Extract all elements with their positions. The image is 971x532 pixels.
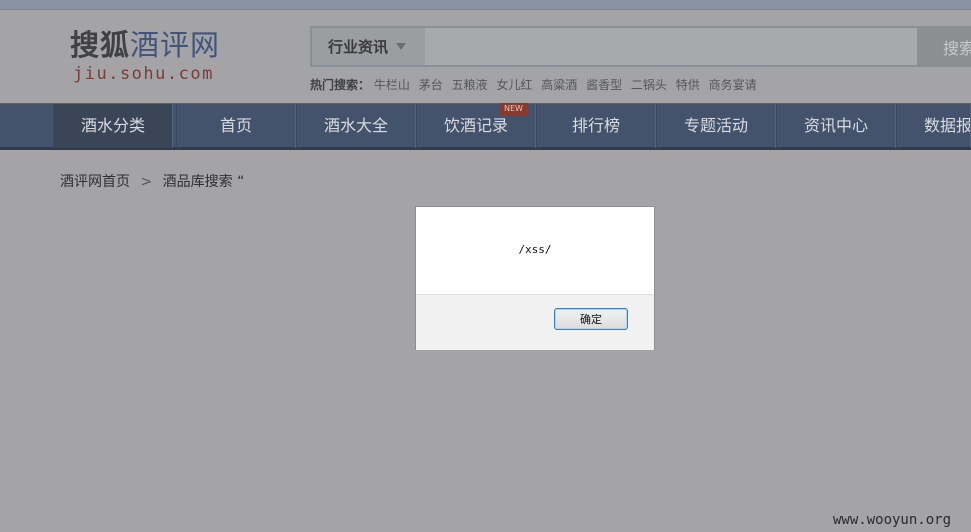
breadcrumb: 酒评网首页 > 酒品库搜索 “ — [60, 171, 244, 191]
site-logo[interactable]: 搜狐酒评网 jiu.sohu.com — [70, 22, 260, 92]
logo-sohu-text: 搜狐 — [70, 28, 131, 62]
nav-item-news[interactable]: 资讯中心 — [776, 104, 896, 148]
breadcrumb-current: 酒品库搜索 “ — [162, 174, 245, 190]
hot-search-link[interactable]: 特供 — [676, 78, 700, 92]
ok-button[interactable]: 确定 — [554, 308, 628, 330]
nav-item-categories[interactable]: 酒水分类 — [53, 104, 173, 148]
nav-item-rankings[interactable]: 排行榜 — [536, 104, 656, 148]
chevron-down-icon — [396, 43, 407, 50]
logo-domain: jiu.sohu.com — [73, 64, 214, 84]
search-input[interactable] — [425, 28, 915, 65]
hot-search-link[interactable]: 五粮液 — [452, 78, 488, 92]
hot-search-link[interactable]: 酱香型 — [586, 78, 622, 92]
search-button[interactable]: 搜索 — [917, 28, 971, 65]
search-category-label: 行业资讯 — [328, 38, 389, 56]
alert-message: /xss/ — [518, 243, 552, 256]
hot-search: 热门搜索： 牛栏山 茅台 五粮液 女儿红 高粱酒 酱香型 二锅头 特供 商务宴请 — [310, 76, 762, 93]
nav-item-reports[interactable]: 数据报告 — [896, 104, 971, 148]
hot-search-link[interactable]: 牛栏山 — [374, 78, 410, 92]
main-nav: 酒水分类 首页 酒水大全 饮酒记录 排行榜 专题活动 资讯中心 数据报告 — [0, 103, 971, 150]
search-category-dropdown[interactable]: 行业资讯 — [312, 28, 425, 65]
alert-dialog: /xss/ 确定 — [415, 206, 655, 350]
watermark: www.wooyun.org — [833, 512, 952, 528]
nav-item-home[interactable]: 首页 — [176, 104, 296, 148]
hot-search-link[interactable]: 商务宴请 — [709, 78, 757, 92]
logo-jiu-text: 酒评网 — [130, 28, 221, 62]
alert-footer: 确定 — [416, 294, 654, 350]
breadcrumb-separator: > — [140, 174, 153, 190]
hot-search-link[interactable]: 茅台 — [419, 78, 443, 92]
hot-search-label: 热门搜索： — [310, 78, 371, 92]
nav-item-specials[interactable]: 专题活动 — [656, 104, 776, 148]
nav-item-catalog[interactable]: 酒水大全 — [296, 104, 416, 148]
search-bar: 行业资讯 搜索 — [310, 26, 971, 67]
hot-search-link[interactable]: 高粱酒 — [541, 78, 577, 92]
breadcrumb-home-link[interactable]: 酒评网首页 — [60, 174, 130, 190]
new-badge: NEW — [499, 103, 528, 115]
hot-search-link[interactable]: 二锅头 — [631, 78, 667, 92]
hot-search-link[interactable]: 女儿红 — [496, 78, 532, 92]
top-border — [0, 0, 971, 10]
logo-title: 搜狐酒评网 — [70, 22, 220, 64]
